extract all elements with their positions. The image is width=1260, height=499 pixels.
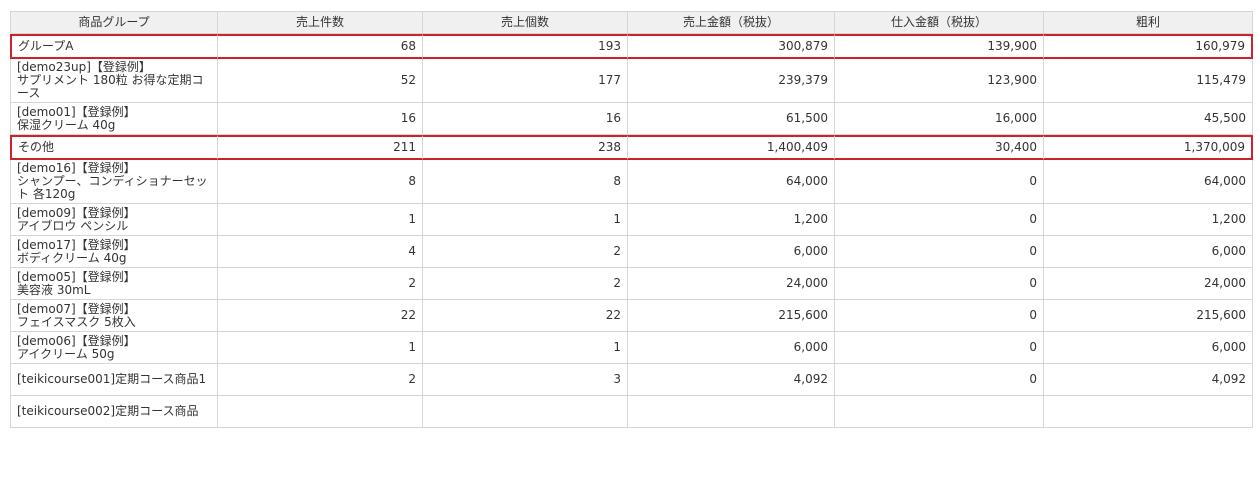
product-name: [demo23up]【登録例】 サプリメント 180粒 お得な定期コース	[10, 59, 218, 103]
gross-profit-cell: 1,370,009	[1044, 135, 1253, 160]
sales-count-cell: 4	[218, 236, 423, 268]
gross-profit-cell: 6,000	[1044, 332, 1253, 364]
sales-amount-cell	[628, 396, 835, 428]
gross-profit-cell: 24,000	[1044, 268, 1253, 300]
sales-count-cell: 1	[218, 204, 423, 236]
product-row: [demo07]【登録例】 フェイスマスク 5枚入 22 22 215,600 …	[10, 300, 1253, 332]
sales-quantity-cell: 193	[423, 34, 628, 59]
sales-count-cell: 2	[218, 364, 423, 396]
sales-quantity-cell: 238	[423, 135, 628, 160]
sales-count-cell: 8	[218, 160, 423, 204]
sales-amount-cell: 1,200	[628, 204, 835, 236]
sales-amount-cell: 4,092	[628, 364, 835, 396]
sales-quantity-cell: 16	[423, 103, 628, 135]
purchase-amount-cell: 16,000	[835, 103, 1044, 135]
sales-amount-cell: 215,600	[628, 300, 835, 332]
gross-profit-cell: 6,000	[1044, 236, 1253, 268]
product-name: [demo06]【登録例】 アイクリーム 50g	[10, 332, 218, 364]
gross-profit-cell: 1,200	[1044, 204, 1253, 236]
purchase-amount-cell: 30,400	[835, 135, 1044, 160]
product-row: [demo23up]【登録例】 サプリメント 180粒 お得な定期コース 52 …	[10, 59, 1253, 103]
header-row: 商品グループ 売上件数 売上個数 売上金額（税抜） 仕入金額（税抜） 粗利	[10, 11, 1253, 34]
purchase-amount-cell: 123,900	[835, 59, 1044, 103]
product-name: [demo17]【登録例】 ボディクリーム 40g	[10, 236, 218, 268]
sales-quantity-cell: 177	[423, 59, 628, 103]
sales-quantity-cell: 2	[423, 236, 628, 268]
purchase-amount-cell: 0	[835, 204, 1044, 236]
group-name: グループA	[10, 34, 218, 59]
product-name: [demo07]【登録例】 フェイスマスク 5枚入	[10, 300, 218, 332]
sales-amount-cell: 300,879	[628, 34, 835, 59]
sales-amount-cell: 6,000	[628, 332, 835, 364]
product-row: [teikicourse002]定期コース商品	[10, 396, 1253, 428]
product-name: [demo01]【登録例】 保湿クリーム 40g	[10, 103, 218, 135]
sales-count-cell: 211	[218, 135, 423, 160]
sales-amount-cell: 64,000	[628, 160, 835, 204]
purchase-amount-cell: 0	[835, 300, 1044, 332]
sales-summary-table: 商品グループ 売上件数 売上個数 売上金額（税抜） 仕入金額（税抜） 粗利 グル…	[10, 11, 1253, 428]
sales-quantity-cell: 8	[423, 160, 628, 204]
group-row: グループA 68 193 300,879 139,900 160,979	[10, 34, 1253, 59]
gross-profit-cell: 160,979	[1044, 34, 1253, 59]
gross-profit-cell: 45,500	[1044, 103, 1253, 135]
sales-quantity-cell: 3	[423, 364, 628, 396]
gross-profit-cell: 64,000	[1044, 160, 1253, 204]
product-row: [demo06]【登録例】 アイクリーム 50g 1 1 6,000 0 6,0…	[10, 332, 1253, 364]
gross-profit-cell	[1044, 396, 1253, 428]
purchase-amount-cell: 0	[835, 268, 1044, 300]
col-header-sales-count[interactable]: 売上件数	[218, 11, 423, 34]
col-header-sales-quantity[interactable]: 売上個数	[423, 11, 628, 34]
sales-count-cell: 1	[218, 332, 423, 364]
purchase-amount-cell: 0	[835, 332, 1044, 364]
purchase-amount-cell: 0	[835, 160, 1044, 204]
group-name: その他	[10, 135, 218, 160]
sales-count-cell: 22	[218, 300, 423, 332]
product-row: [demo16]【登録例】 シャンプー、コンディショナーセット 各120g 8 …	[10, 160, 1253, 204]
sales-quantity-cell: 1	[423, 204, 628, 236]
sales-quantity-cell: 22	[423, 300, 628, 332]
product-row: [demo09]【登録例】 アイブロウ ペンシル 1 1 1,200 0 1,2…	[10, 204, 1253, 236]
col-header-product-group[interactable]: 商品グループ	[10, 11, 218, 34]
product-row: [demo05]【登録例】 美容液 30mL 2 2 24,000 0 24,0…	[10, 268, 1253, 300]
sales-quantity-cell: 2	[423, 268, 628, 300]
gross-profit-cell: 215,600	[1044, 300, 1253, 332]
product-name: [demo16]【登録例】 シャンプー、コンディショナーセット 各120g	[10, 160, 218, 204]
col-header-sales-amount[interactable]: 売上金額（税抜）	[628, 11, 835, 34]
sales-count-cell: 16	[218, 103, 423, 135]
product-row: [demo17]【登録例】 ボディクリーム 40g 4 2 6,000 0 6,…	[10, 236, 1253, 268]
sales-quantity-cell	[423, 396, 628, 428]
sales-amount-cell: 1,400,409	[628, 135, 835, 160]
product-name: [teikicourse002]定期コース商品	[10, 396, 218, 428]
product-name: [demo09]【登録例】 アイブロウ ペンシル	[10, 204, 218, 236]
sales-amount-cell: 6,000	[628, 236, 835, 268]
purchase-amount-cell	[835, 396, 1044, 428]
sales-summary-table-container: 商品グループ 売上件数 売上個数 売上金額（税抜） 仕入金額（税抜） 粗利 グル…	[10, 11, 1253, 428]
product-name: [demo05]【登録例】 美容液 30mL	[10, 268, 218, 300]
sales-count-cell: 68	[218, 34, 423, 59]
purchase-amount-cell: 0	[835, 236, 1044, 268]
gross-profit-cell: 4,092	[1044, 364, 1253, 396]
purchase-amount-cell: 0	[835, 364, 1044, 396]
sales-quantity-cell: 1	[423, 332, 628, 364]
group-row: その他 211 238 1,400,409 30,400 1,370,009	[10, 135, 1253, 160]
product-name: [teikicourse001]定期コース商品1	[10, 364, 218, 396]
purchase-amount-cell: 139,900	[835, 34, 1044, 59]
gross-profit-cell: 115,479	[1044, 59, 1253, 103]
col-header-gross-profit[interactable]: 粗利	[1044, 11, 1253, 34]
sales-count-cell: 52	[218, 59, 423, 103]
sales-amount-cell: 24,000	[628, 268, 835, 300]
product-row: [teikicourse001]定期コース商品1 2 3 4,092 0 4,0…	[10, 364, 1253, 396]
col-header-purchase-amount[interactable]: 仕入金額（税抜）	[835, 11, 1044, 34]
product-row: [demo01]【登録例】 保湿クリーム 40g 16 16 61,500 16…	[10, 103, 1253, 135]
sales-count-cell: 2	[218, 268, 423, 300]
sales-amount-cell: 61,500	[628, 103, 835, 135]
sales-count-cell	[218, 396, 423, 428]
sales-amount-cell: 239,379	[628, 59, 835, 103]
